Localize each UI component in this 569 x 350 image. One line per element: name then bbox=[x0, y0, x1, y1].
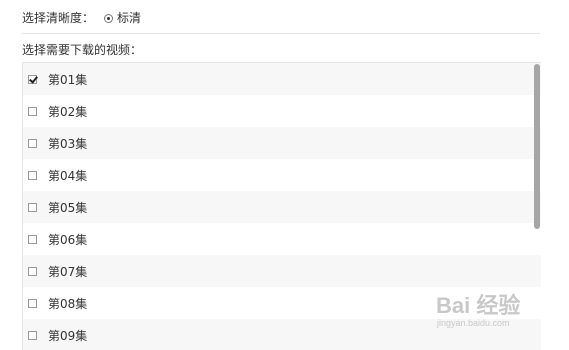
episode-checkbox[interactable] bbox=[28, 234, 37, 244]
episode-row[interactable]: 第04集 bbox=[23, 159, 541, 191]
episode-row[interactable]: 第07集 bbox=[23, 255, 541, 287]
episode-label: 第05集 bbox=[48, 200, 88, 215]
baidu-jingyan-watermark: Bai 经验 bbox=[436, 293, 521, 318]
episode-section-title: 选择需要下载的视频： bbox=[22, 43, 143, 57]
quality-radio[interactable] bbox=[104, 13, 114, 23]
episode-label: 第02集 bbox=[48, 104, 88, 119]
watermark-url: jingyan.baidu.com bbox=[437, 318, 510, 328]
episode-checkbox[interactable] bbox=[28, 202, 37, 212]
episode-label: 第07集 bbox=[48, 264, 88, 279]
quality-label: 选择清晰度： bbox=[22, 11, 95, 25]
episode-checkbox[interactable] bbox=[28, 170, 37, 180]
quality-selector: 选择清晰度： 标清 bbox=[22, 8, 141, 28]
episode-label: 第09集 bbox=[48, 328, 88, 343]
episode-row[interactable]: 第05集 bbox=[23, 191, 541, 223]
episode-checkbox[interactable] bbox=[28, 106, 37, 116]
episode-row[interactable]: 第06集 bbox=[23, 223, 541, 255]
episode-checkbox[interactable] bbox=[28, 298, 37, 308]
episode-checkbox[interactable] bbox=[28, 138, 37, 148]
episode-checkbox[interactable] bbox=[28, 74, 37, 84]
episode-label: 第03集 bbox=[48, 136, 88, 151]
episode-label: 第06集 bbox=[48, 232, 88, 247]
episode-row[interactable]: 第01集 bbox=[23, 63, 541, 95]
list-scrollbar[interactable] bbox=[534, 64, 540, 229]
episode-label: 第08集 bbox=[48, 296, 88, 311]
episode-checkbox[interactable] bbox=[28, 330, 37, 340]
episode-row[interactable]: 第03集 bbox=[23, 127, 541, 159]
episode-label: 第04集 bbox=[48, 168, 88, 183]
quality-option-label[interactable]: 标清 bbox=[117, 8, 141, 28]
episode-label: 第01集 bbox=[48, 72, 88, 87]
episode-row[interactable]: 第02集 bbox=[23, 95, 541, 127]
divider bbox=[22, 33, 540, 34]
episode-checkbox[interactable] bbox=[28, 266, 37, 276]
